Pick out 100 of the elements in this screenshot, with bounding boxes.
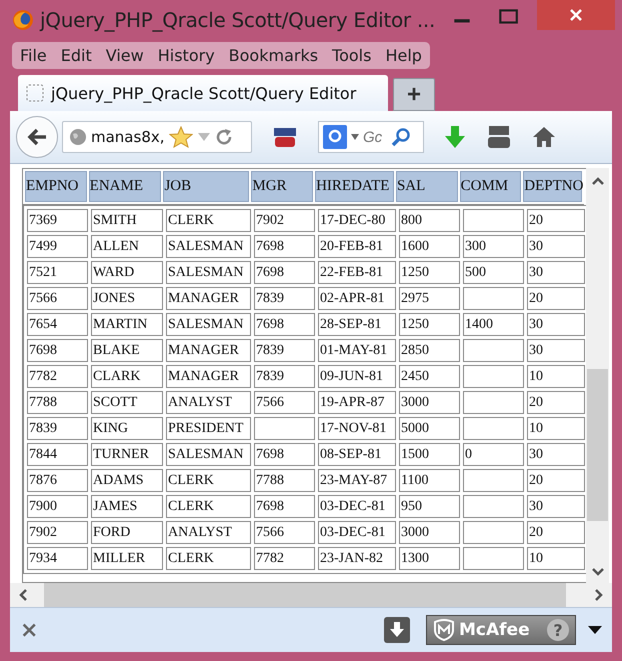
column-header: DEPTNO	[523, 171, 582, 202]
badge-label: McAfee	[459, 620, 531, 640]
table-cell: CLERK	[166, 495, 251, 518]
table-cell: 2850	[399, 339, 460, 362]
search-bar[interactable]: Gc	[318, 121, 424, 153]
table-cell: 17-DEC-80	[318, 209, 396, 232]
table-cell: 30	[527, 261, 585, 284]
table-cell	[463, 469, 524, 492]
table-cell: MILLER	[91, 547, 163, 570]
table-cell	[254, 417, 315, 440]
table-cell: 7698	[254, 313, 315, 336]
table-cell	[463, 391, 524, 414]
table-cell	[463, 209, 524, 232]
table-cell: 1600	[399, 235, 460, 258]
table-cell	[463, 521, 524, 544]
table-cell: JONES	[91, 287, 163, 310]
menu-item[interactable]: File	[20, 46, 47, 65]
page-icon	[26, 84, 44, 102]
table-cell: BLAKE	[91, 339, 163, 362]
table-cell: CLERK	[166, 209, 251, 232]
table-cell: ANALYST	[166, 521, 251, 544]
menu-item[interactable]: History	[158, 46, 215, 65]
back-button[interactable]	[16, 116, 58, 158]
table-cell: 02-APR-81	[318, 287, 396, 310]
table-cell: 28-SEP-81	[318, 313, 396, 336]
table-cell: 7839	[254, 287, 315, 310]
table-cell: 7788	[27, 391, 88, 414]
table-cell: ADAMS	[91, 469, 163, 492]
table-cell: 7698	[27, 339, 88, 362]
reload-icon[interactable]	[214, 128, 233, 146]
download-arrow-icon[interactable]	[444, 125, 466, 149]
close-notification-button[interactable]: ×	[20, 618, 38, 642]
column-header: ENAME	[88, 171, 162, 202]
table-cell: KING	[91, 417, 163, 440]
table-cell: 7876	[27, 469, 88, 492]
search-input[interactable]: Gc	[363, 128, 387, 146]
star-icon[interactable]	[168, 126, 193, 148]
table-cell: 03-DEC-81	[318, 495, 396, 518]
table-cell: 09-JUN-81	[318, 365, 396, 388]
table-cell: 30	[527, 443, 585, 466]
table-cell: 7902	[27, 521, 88, 544]
table-cell: FORD	[91, 521, 163, 544]
table-cell: SMITH	[91, 209, 163, 232]
table-cell: 1250	[399, 261, 460, 284]
table-cell: MARTIN	[91, 313, 163, 336]
column-header: SAL	[396, 171, 458, 202]
download-icon[interactable]	[384, 617, 410, 643]
table-cell: 1500	[399, 443, 460, 466]
table-cell: 7698	[254, 261, 315, 284]
column-header: JOB	[163, 171, 250, 202]
table-cell: 20	[527, 391, 585, 414]
table-cell: 1100	[399, 469, 460, 492]
mcafee-badge[interactable]: McAfee ?	[426, 615, 576, 645]
search-icon[interactable]	[391, 127, 411, 147]
table-cell: 7788	[254, 469, 315, 492]
menu-item[interactable]: Bookmarks	[228, 46, 318, 65]
dropdown-arrow-icon[interactable]	[588, 626, 602, 634]
column-header: EMPNO	[25, 171, 87, 202]
table-cell: 1250	[399, 313, 460, 336]
column-header: MGR	[251, 171, 314, 202]
table-cell: 300	[463, 235, 524, 258]
table-cell: 3000	[399, 391, 460, 414]
table-cell: 2450	[399, 365, 460, 388]
menu-item[interactable]: Tools	[332, 46, 372, 65]
table-cell: TURNER	[91, 443, 163, 466]
menu-item[interactable]: View	[106, 46, 144, 65]
home-icon[interactable]	[532, 126, 556, 148]
table-cell: 7566	[27, 287, 88, 310]
table-cell: SALESMAN	[166, 443, 251, 466]
table-cell: 20	[527, 287, 585, 310]
table-cell: CLERK	[166, 469, 251, 492]
table-cell: CLARK	[91, 365, 163, 388]
browser-tab[interactable]: jQuery_PHP_Qracle Scott/Query Editor	[18, 75, 388, 111]
scroll-up-icon[interactable]	[590, 176, 604, 186]
new-tab-button[interactable]: +	[393, 78, 435, 111]
table-cell: 20	[527, 469, 585, 492]
table-cell: 23-MAY-87	[318, 469, 396, 492]
help-button[interactable]: ?	[547, 619, 569, 641]
address-bar[interactable]: manas8x,	[62, 121, 252, 153]
scroll-thumb[interactable]	[587, 368, 608, 522]
table-cell: 7698	[254, 235, 315, 258]
table-cell	[463, 547, 524, 570]
vertical-scrollbar[interactable]	[586, 168, 609, 583]
table-cell: MANAGER	[166, 287, 251, 310]
table-cell: 30	[527, 313, 585, 336]
menu-item[interactable]: Help	[385, 46, 422, 65]
column-header: HIREDATE	[315, 171, 394, 202]
scroll-down-icon[interactable]	[590, 567, 604, 577]
close-button[interactable]	[537, 0, 615, 30]
scroll-left-icon[interactable]	[18, 588, 28, 602]
table-cell: 5000	[399, 417, 460, 440]
table-cell: 1400	[463, 313, 524, 336]
scroll-right-icon[interactable]	[594, 588, 604, 602]
table-cell: WARD	[91, 261, 163, 284]
table-cell: 19-APR-87	[318, 391, 396, 414]
table-cell: 7654	[27, 313, 88, 336]
table-cell: 950	[399, 495, 460, 518]
table-cell: 17-NOV-81	[318, 417, 396, 440]
table-cell: 7369	[27, 209, 88, 232]
menu-item[interactable]: Edit	[60, 46, 92, 65]
